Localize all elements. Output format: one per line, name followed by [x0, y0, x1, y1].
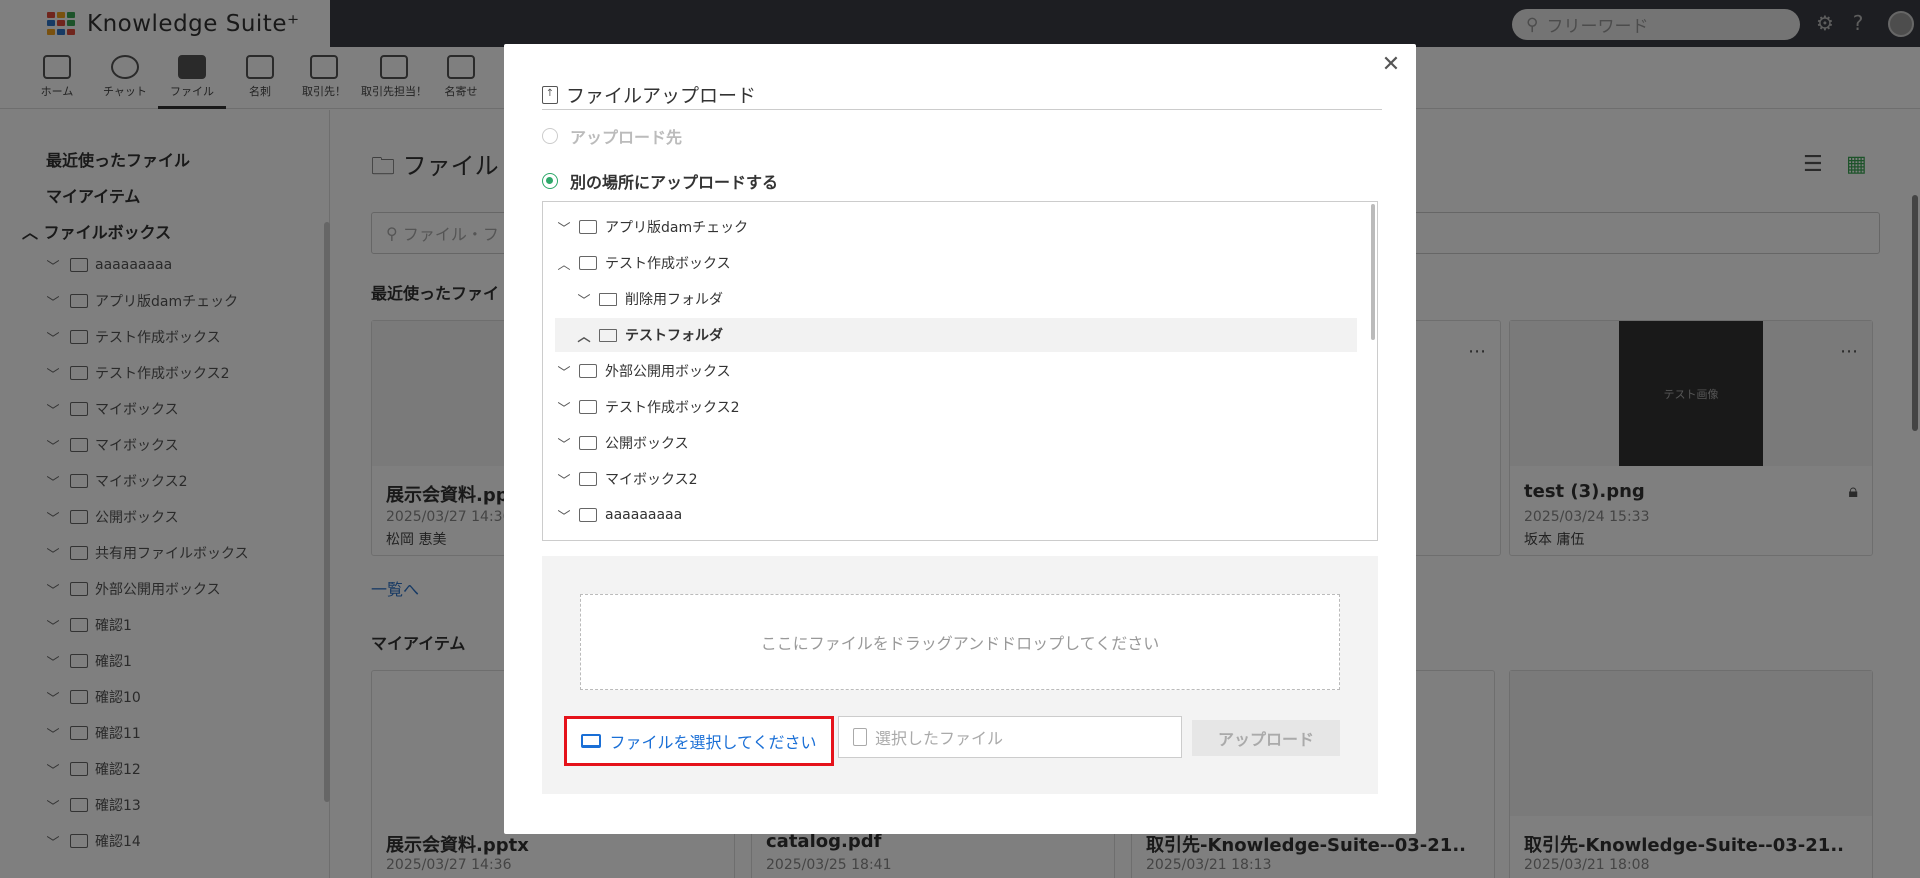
document-icon [853, 728, 867, 746]
tree-node[interactable]: ﹀ アプリ版damチェック [555, 210, 1357, 244]
chevron-down-icon[interactable]: ﹀ [555, 470, 573, 489]
folder-icon [599, 292, 617, 306]
radio-upload-destination[interactable]: アップロード先 [542, 124, 682, 148]
folder-icon [599, 328, 617, 342]
box-icon [579, 220, 597, 234]
tree-node-label: aaaaaaaaa [605, 507, 683, 523]
tree-node[interactable]: ﹀ 公開ボックス [555, 426, 1357, 460]
chevron-down-icon[interactable]: ﹀ [555, 506, 573, 525]
chevron-down-icon[interactable]: ﹀ [555, 218, 573, 237]
tree-node-label: テストフォルダ [625, 328, 723, 344]
select-file-button[interactable]: ファイルを選択してください [564, 716, 834, 766]
tree-node-label: 削除用フォルダ [625, 292, 723, 308]
radio-button-checked[interactable] [542, 173, 558, 189]
box-icon [579, 472, 597, 486]
tree-node-label: テスト作成ボックス [605, 256, 731, 272]
chevron-down-icon[interactable]: ﹀ [575, 290, 593, 309]
drop-zone[interactable]: ここにファイルをドラッグアンドドロップしてください [580, 594, 1340, 690]
destination-tree: ﹀ アプリ版damチェック ︿ テスト作成ボックス ﹀ 削除用フォルダ ︿ テストフォルダ ﹀ 外… [542, 201, 1378, 541]
tree-node[interactable]: ︿ テストフォルダ [555, 318, 1357, 352]
tree-node[interactable]: ﹀ 削除用フォルダ [555, 282, 1357, 316]
tree-node[interactable]: ﹀ 外部公開用ボックス [555, 354, 1357, 388]
dialog-title: ファイルアップロード [566, 85, 757, 107]
tree-node[interactable]: ﹀ マイボックス2 [555, 462, 1357, 496]
selected-file-field: 選択したファイル [838, 716, 1182, 758]
upload-button[interactable]: アップロード [1192, 720, 1340, 756]
box-icon [579, 364, 597, 378]
tree-node[interactable]: ︿ テスト作成ボックス [555, 246, 1357, 280]
radio-button[interactable] [542, 128, 558, 144]
close-icon[interactable]: ✕ [1380, 54, 1402, 76]
tree-node-label: アプリ版damチェック [605, 220, 749, 236]
chevron-down-icon[interactable]: ﹀ [555, 398, 573, 417]
chevron-down-icon[interactable]: ﹀ [555, 434, 573, 453]
laptop-icon [581, 734, 602, 748]
tree-scrollbar[interactable] [1371, 204, 1375, 340]
tree-node-label: マイボックス2 [605, 472, 698, 488]
tree-node-label: 外部公開用ボックス [605, 364, 731, 380]
dialog-header: ↑ ファイルアップロード [542, 80, 1382, 110]
chevron-up-icon[interactable]: ︿ [555, 254, 573, 273]
box-icon [579, 256, 597, 270]
box-icon [579, 436, 597, 450]
tree-node-label: テスト作成ボックス2 [605, 400, 740, 416]
file-upload-dialog: ✕ ↑ ファイルアップロード アップロード先 別の場所にアップロードする ﹀ アプ… [504, 44, 1416, 834]
tree-node[interactable]: ﹀ テスト作成ボックス2 [555, 390, 1357, 424]
tree-node[interactable]: ﹀ aaaaaaaaa [555, 498, 1357, 532]
chevron-up-icon[interactable]: ︿ [575, 326, 593, 345]
box-icon [579, 508, 597, 522]
tree-node-label: 公開ボックス [605, 436, 689, 452]
box-icon [579, 400, 597, 414]
chevron-down-icon[interactable]: ﹀ [555, 362, 573, 381]
upload-panel: ここにファイルをドラッグアンドドロップしてください ファイルを選択してください … [542, 556, 1378, 794]
upload-icon: ↑ [542, 85, 558, 104]
radio-upload-other-location[interactable]: 別の場所にアップロードする [542, 169, 778, 193]
